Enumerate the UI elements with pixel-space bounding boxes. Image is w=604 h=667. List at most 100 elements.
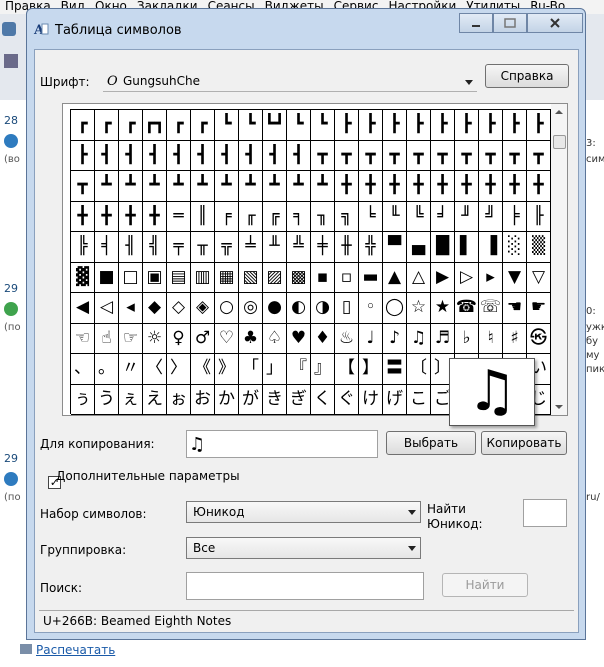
character-cell[interactable]: ╒ — [215, 201, 239, 232]
character-cell[interactable]: ♪ — [383, 323, 407, 354]
character-cell[interactable]: ┻ — [119, 171, 143, 202]
character-cell[interactable]: ◦ — [359, 293, 383, 324]
character-cell[interactable]: ┳ — [359, 140, 383, 171]
character-cell[interactable]: ┗ — [215, 110, 239, 141]
character-cell[interactable]: ◂ — [119, 293, 143, 324]
character-cell[interactable]: ╋ — [455, 171, 479, 202]
character-cell[interactable]: ╋ — [95, 201, 119, 232]
character-cell[interactable]: ╋ — [119, 201, 143, 232]
character-cell[interactable]: く — [311, 384, 335, 415]
character-cell[interactable]: ▼ — [503, 262, 527, 293]
character-cell[interactable]: ♂ — [191, 323, 215, 354]
character-cell[interactable]: ┗┛ — [263, 110, 287, 141]
charset-dropdown[interactable]: Юникод — [186, 501, 421, 523]
search-input[interactable] — [186, 572, 424, 600]
character-cell[interactable]: ┻ — [215, 171, 239, 202]
character-cell[interactable]: ぅ — [71, 384, 95, 415]
character-cell[interactable]: ┻ — [95, 171, 119, 202]
character-cell[interactable]: げ — [383, 384, 407, 415]
character-cell[interactable]: え — [143, 384, 167, 415]
character-cell[interactable]: ┗ — [311, 110, 335, 141]
character-cell[interactable]: ╚ — [407, 201, 431, 232]
character-cell[interactable]: ♨ — [335, 323, 359, 354]
character-cell[interactable]: ╨ — [263, 232, 287, 263]
character-cell[interactable]: ┣ — [503, 110, 527, 141]
character-cell[interactable]: ☎ — [455, 293, 479, 324]
character-cell[interactable]: ▲ — [383, 262, 407, 293]
character-cell[interactable]: ┫ — [119, 140, 143, 171]
character-cell[interactable]: ╋ — [527, 171, 551, 202]
character-cell[interactable]: ╠ — [71, 232, 95, 263]
character-cell[interactable]: ◑ — [311, 293, 335, 324]
character-cell[interactable]: ┫ — [263, 140, 287, 171]
scroll-up-icon[interactable] — [555, 110, 563, 114]
character-cell[interactable]: ╋ — [431, 171, 455, 202]
character-cell[interactable]: ▪ — [311, 262, 335, 293]
character-cell[interactable]: ☜ — [71, 323, 95, 354]
character-cell[interactable]: ▓ — [71, 262, 95, 293]
character-cell[interactable]: ┏ — [191, 110, 215, 141]
character-cell[interactable]: ┳ — [383, 140, 407, 171]
character-cell[interactable]: ♤ — [263, 323, 287, 354]
character-cell[interactable]: ぇ — [119, 384, 143, 415]
character-cell[interactable]: 〃 — [119, 354, 143, 385]
character-cell[interactable]: ▯ — [335, 293, 359, 324]
character-cell[interactable]: ▣ — [143, 262, 167, 293]
character-cell[interactable]: ┻ — [311, 171, 335, 202]
character-cell[interactable]: ▀ — [383, 232, 407, 263]
character-cell[interactable]: ▌ — [455, 232, 479, 263]
character-cell[interactable]: ★ — [431, 293, 455, 324]
character-cell[interactable]: ぎ — [287, 384, 311, 415]
character-cell[interactable]: ╪ — [311, 232, 335, 263]
character-cell[interactable]: ╢ — [119, 232, 143, 263]
character-cell[interactable]: █ — [431, 232, 455, 263]
character-cell[interactable]: ╬ — [359, 232, 383, 263]
character-cell[interactable]: ╋ — [479, 171, 503, 202]
character-cell[interactable]: ┳ — [71, 171, 95, 202]
character-cell[interactable]: 『 — [287, 354, 311, 385]
character-cell[interactable]: ┳ — [311, 140, 335, 171]
character-cell[interactable]: ▷ — [455, 262, 479, 293]
character-cell[interactable]: 「 — [239, 354, 263, 385]
character-cell[interactable]: 【 — [335, 354, 359, 385]
character-cell[interactable]: 、 — [71, 354, 95, 385]
character-cell[interactable]: ♮ — [479, 323, 503, 354]
character-cell[interactable]: ╡ — [95, 232, 119, 263]
character-cell[interactable]: ぉ — [167, 384, 191, 415]
grid-scrollbar[interactable] — [551, 104, 567, 415]
select-button[interactable]: Выбрать — [386, 431, 476, 455]
character-cell[interactable]: ♭ — [455, 323, 479, 354]
character-cell[interactable]: ┫ — [143, 140, 167, 171]
character-cell[interactable]: ┣ — [407, 110, 431, 141]
character-cell[interactable]: ╩ — [287, 232, 311, 263]
character-cell[interactable]: 〉 — [167, 354, 191, 385]
character-cell[interactable]: ┏ — [119, 110, 143, 141]
character-cell[interactable]: ╋ — [335, 171, 359, 202]
character-cell[interactable]: が — [239, 384, 263, 415]
character-cell[interactable]: □ — [119, 262, 143, 293]
character-cell[interactable]: ┳ — [479, 140, 503, 171]
copy-field[interactable]: ♫ — [186, 430, 378, 458]
character-cell[interactable]: ◇ — [167, 293, 191, 324]
character-cell[interactable]: ╫ — [335, 232, 359, 263]
character-cell[interactable]: ┻ — [263, 171, 287, 202]
character-cell[interactable]: ┣ — [71, 140, 95, 171]
character-cell[interactable]: ┳ — [503, 140, 527, 171]
character-cell[interactable]: ☆ — [407, 293, 431, 324]
character-cell[interactable]: ┳ — [407, 140, 431, 171]
character-cell[interactable]: ╝ — [479, 201, 503, 232]
character-cell[interactable]: ╘ — [359, 201, 383, 232]
character-cell[interactable]: ╕ — [287, 201, 311, 232]
character-cell[interactable]: ┫ — [287, 140, 311, 171]
character-cell[interactable]: ╔ — [263, 201, 287, 232]
character-cell[interactable]: ◁ — [95, 293, 119, 324]
character-cell[interactable]: ♦ — [311, 323, 335, 354]
character-cell[interactable]: ┣ — [335, 110, 359, 141]
print-link[interactable]: Распечатать — [36, 643, 115, 657]
find-button[interactable]: Найти — [442, 573, 528, 597]
character-cell[interactable]: ╋ — [407, 171, 431, 202]
character-cell[interactable]: ╣ — [143, 232, 167, 263]
character-cell[interactable]: ▒ — [527, 232, 551, 263]
character-cell[interactable]: 。 — [95, 354, 119, 385]
maximize-button[interactable] — [493, 13, 527, 33]
